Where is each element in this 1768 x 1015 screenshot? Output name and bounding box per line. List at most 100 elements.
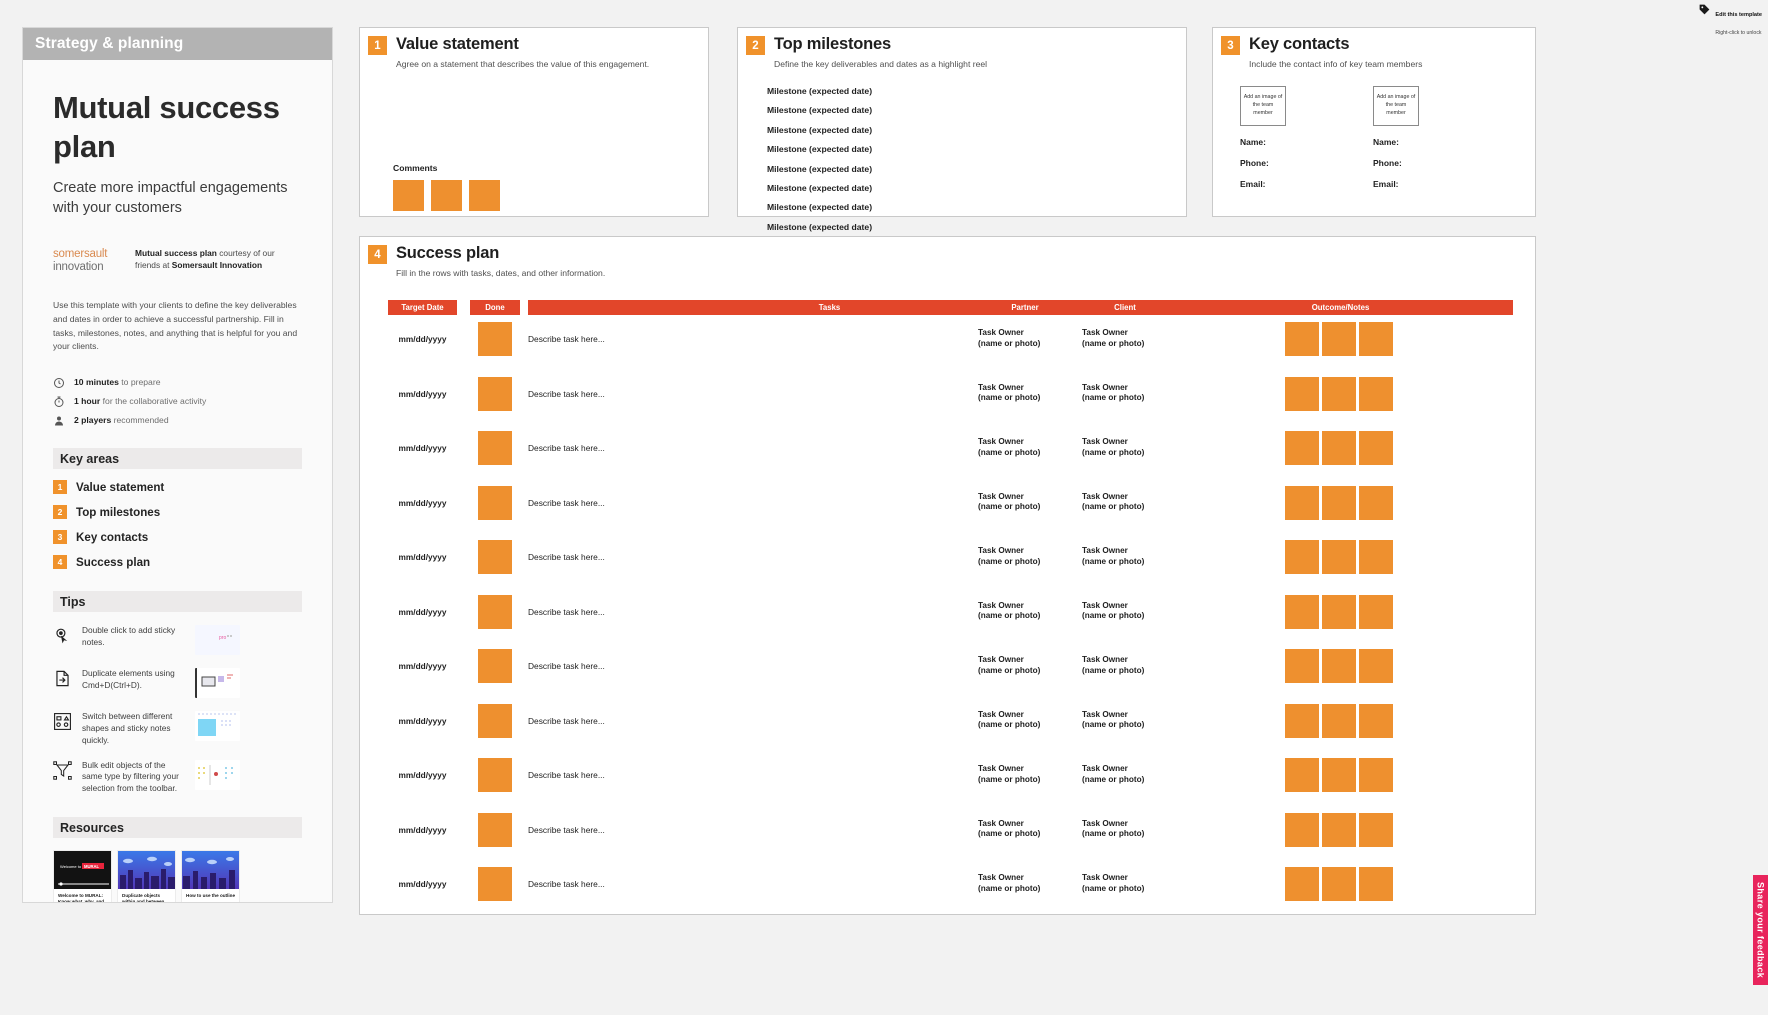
cell-client-owner[interactable]: Task Owner (name or photo) <box>1082 328 1144 350</box>
edit-template-badge[interactable]: Edit this template Right-click to unlock <box>1698 3 1762 39</box>
cell-outcome-sticky[interactable] <box>1359 649 1393 683</box>
cell-client-owner[interactable]: Task Owner (name or photo) <box>1082 655 1144 677</box>
cell-outcome-sticky[interactable] <box>1359 703 1393 738</box>
cell-target-date[interactable]: mm/dd/yyyy <box>388 498 457 508</box>
cell-outcome-sticky[interactable] <box>1359 485 1393 520</box>
contact-email-label[interactable]: Email: <box>1373 179 1479 189</box>
cell-partner-owner[interactable]: Task Owner (name or photo) <box>978 710 1040 732</box>
cell-outcome-sticky[interactable] <box>1285 540 1319 574</box>
contact-email-label[interactable]: Email: <box>1240 179 1346 189</box>
cell-target-date[interactable]: mm/dd/yyyy <box>388 334 457 344</box>
milestone-item[interactable]: Milestone (expected date) <box>767 222 872 232</box>
cell-client-owner[interactable]: Task Owner (name or photo) <box>1082 873 1144 895</box>
contact-name-label[interactable]: Name: <box>1373 137 1479 147</box>
key-area-success-plan[interactable]: 4 Success plan <box>53 555 302 570</box>
key-area-top-milestones[interactable]: 2 Top milestones <box>53 505 302 520</box>
cell-client-owner[interactable]: Task Owner (name or photo) <box>1082 601 1144 623</box>
milestone-item[interactable]: Milestone (expected date) <box>767 105 872 115</box>
cell-outcome-sticky[interactable] <box>1285 376 1319 411</box>
cell-outcome-sticky[interactable] <box>1359 431 1393 465</box>
cell-partner-owner[interactable]: Task Owner (name or photo) <box>978 328 1040 350</box>
cell-partner-owner[interactable]: Task Owner (name or photo) <box>978 819 1040 841</box>
cell-task[interactable]: Describe task here... <box>528 389 605 399</box>
cell-done-sticky[interactable] <box>478 812 512 847</box>
contact-photo-placeholder[interactable]: Add an image of the team member <box>1240 86 1286 126</box>
cell-outcome-sticky[interactable] <box>1359 376 1393 411</box>
cell-client-owner[interactable]: Task Owner (name or photo) <box>1082 492 1144 514</box>
cell-outcome-sticky[interactable] <box>1322 376 1356 411</box>
contact-phone-label[interactable]: Phone: <box>1240 158 1346 168</box>
cell-outcome-sticky[interactable] <box>1285 758 1319 792</box>
contact-name-label[interactable]: Name: <box>1240 137 1346 147</box>
cell-partner-owner[interactable]: Task Owner (name or photo) <box>978 873 1040 895</box>
cell-partner-owner[interactable]: Task Owner (name or photo) <box>978 601 1040 623</box>
cell-outcome-sticky[interactable] <box>1285 703 1319 738</box>
cell-target-date[interactable]: mm/dd/yyyy <box>388 879 457 889</box>
cell-done-sticky[interactable] <box>478 703 512 738</box>
key-area-value-statement[interactable]: 1 Value statement <box>53 480 302 495</box>
cell-target-date[interactable]: mm/dd/yyyy <box>388 770 457 780</box>
cell-partner-owner[interactable]: Task Owner (name or photo) <box>978 437 1040 459</box>
cell-outcome-sticky[interactable] <box>1322 649 1356 683</box>
cell-task[interactable]: Describe task here... <box>528 552 605 562</box>
cell-done-sticky[interactable] <box>478 431 512 465</box>
contact-phone-label[interactable]: Phone: <box>1373 158 1479 168</box>
milestone-item[interactable]: Milestone (expected date) <box>767 183 872 193</box>
cell-outcome-sticky[interactable] <box>1285 812 1319 847</box>
cell-outcome-sticky[interactable] <box>1285 485 1319 520</box>
cell-outcome-sticky[interactable] <box>1285 322 1319 356</box>
cell-target-date[interactable]: mm/dd/yyyy <box>388 552 457 562</box>
contact-photo-placeholder[interactable]: Add an image of the team member <box>1373 86 1419 126</box>
cell-done-sticky[interactable] <box>478 758 512 792</box>
cell-outcome-sticky[interactable] <box>1359 322 1393 356</box>
cell-done-sticky[interactable] <box>478 485 512 520</box>
cell-partner-owner[interactable]: Task Owner (name or photo) <box>978 383 1040 405</box>
cell-outcome-sticky[interactable] <box>1322 485 1356 520</box>
column-header-done[interactable]: Done <box>470 300 520 315</box>
cell-outcome-sticky[interactable] <box>1359 812 1393 847</box>
cell-outcome-sticky[interactable] <box>1322 431 1356 465</box>
column-header-outcome-notes[interactable]: Outcome/Notes <box>1168 300 1513 315</box>
resource-card[interactable]: Duplicate objects within and between mur… <box>117 850 176 902</box>
cell-task[interactable]: Describe task here... <box>528 825 605 835</box>
share-feedback-tab[interactable]: Share your feedback <box>1753 875 1768 985</box>
cell-outcome-sticky[interactable] <box>1359 594 1393 629</box>
cell-outcome-sticky[interactable] <box>1322 812 1356 847</box>
cell-outcome-sticky[interactable] <box>1359 540 1393 574</box>
column-header-partner[interactable]: Partner <box>975 300 1075 315</box>
cell-done-sticky[interactable] <box>478 867 512 901</box>
cell-task[interactable]: Describe task here... <box>528 770 605 780</box>
cell-partner-owner[interactable]: Task Owner (name or photo) <box>978 546 1040 568</box>
cell-done-sticky[interactable] <box>478 594 512 629</box>
cell-done-sticky[interactable] <box>478 540 512 574</box>
key-area-key-contacts[interactable]: 3 Key contacts <box>53 530 302 545</box>
cell-task[interactable]: Describe task here... <box>528 661 605 671</box>
cell-outcome-sticky[interactable] <box>1322 540 1356 574</box>
cell-outcome-sticky[interactable] <box>1285 867 1319 901</box>
cell-task[interactable]: Describe task here... <box>528 716 605 726</box>
cell-target-date[interactable]: mm/dd/yyyy <box>388 443 457 453</box>
cell-outcome-sticky[interactable] <box>1322 322 1356 356</box>
cell-task[interactable]: Describe task here... <box>528 879 605 889</box>
cell-outcome-sticky[interactable] <box>1285 431 1319 465</box>
cell-outcome-sticky[interactable] <box>1322 703 1356 738</box>
cell-outcome-sticky[interactable] <box>1322 758 1356 792</box>
cell-outcome-sticky[interactable] <box>1359 758 1393 792</box>
cell-partner-owner[interactable]: Task Owner (name or photo) <box>978 655 1040 677</box>
cell-client-owner[interactable]: Task Owner (name or photo) <box>1082 710 1144 732</box>
cell-target-date[interactable]: mm/dd/yyyy <box>388 716 457 726</box>
cell-outcome-sticky[interactable] <box>1285 594 1319 629</box>
cell-partner-owner[interactable]: Task Owner (name or photo) <box>978 492 1040 514</box>
cell-task[interactable]: Describe task here... <box>528 334 605 344</box>
cell-client-owner[interactable]: Task Owner (name or photo) <box>1082 764 1144 786</box>
cell-done-sticky[interactable] <box>478 322 512 356</box>
sticky-note[interactable] <box>469 180 500 211</box>
cell-target-date[interactable]: mm/dd/yyyy <box>388 825 457 835</box>
cell-task[interactable]: Describe task here... <box>528 443 605 453</box>
cell-task[interactable]: Describe task here... <box>528 498 605 508</box>
resource-card[interactable]: How to use the outline If you are a faci… <box>181 850 240 902</box>
milestone-item[interactable]: Milestone (expected date) <box>767 144 872 154</box>
cell-target-date[interactable]: mm/dd/yyyy <box>388 389 457 399</box>
cell-target-date[interactable]: mm/dd/yyyy <box>388 661 457 671</box>
cell-client-owner[interactable]: Task Owner (name or photo) <box>1082 546 1144 568</box>
